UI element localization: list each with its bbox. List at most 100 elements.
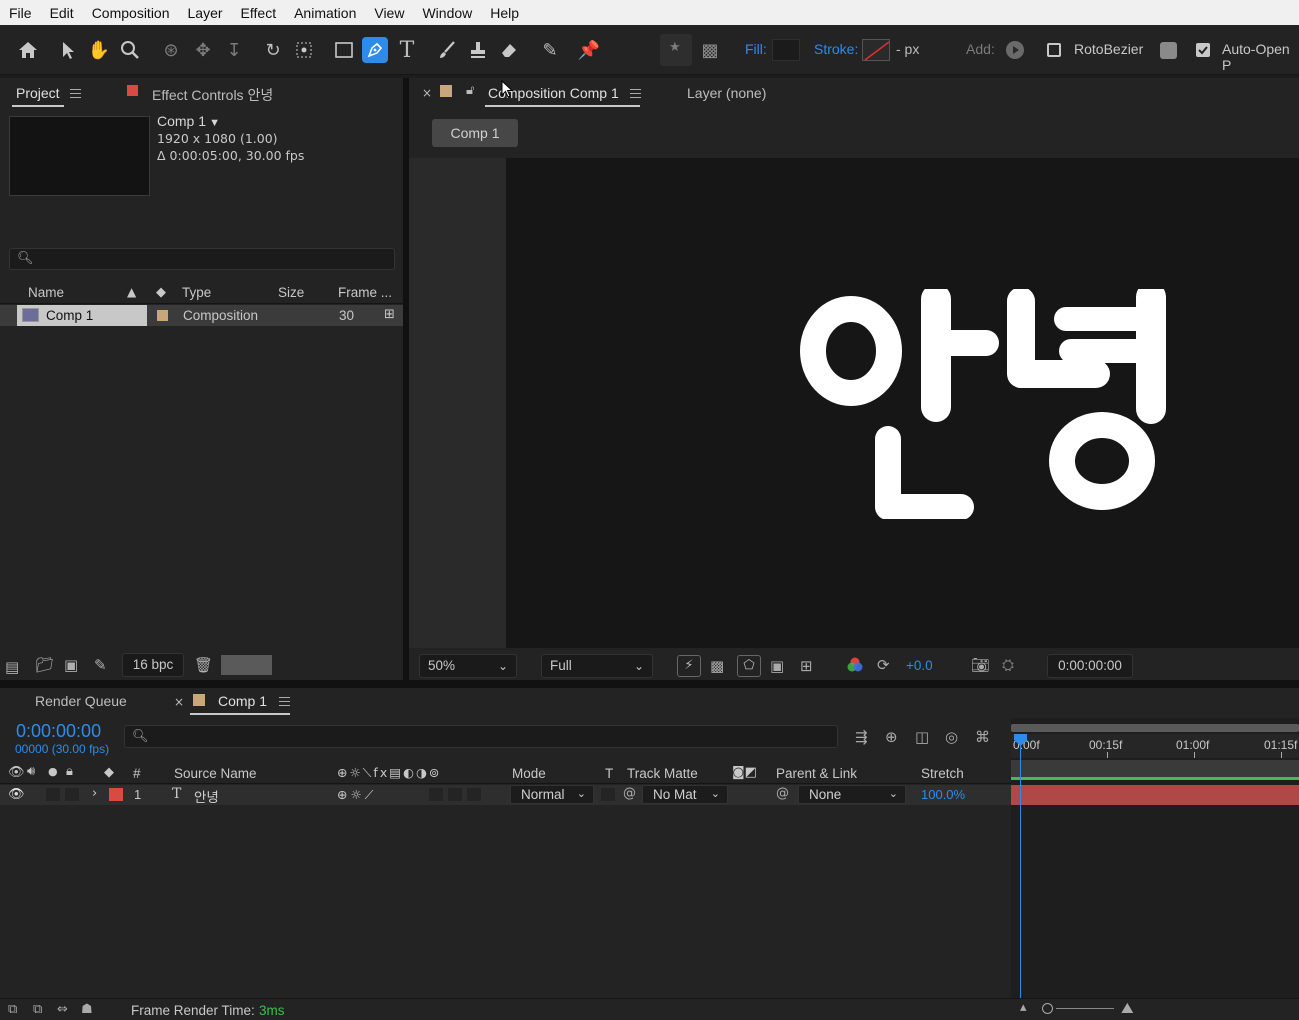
- thumbnail-swatch[interactable]: [221, 655, 272, 675]
- layer-switches-toggle-icon[interactable]: ⧉: [8, 1002, 17, 1017]
- rectangle-tool-icon[interactable]: [331, 37, 357, 63]
- shape-fill-toggle[interactable]: ★: [660, 34, 692, 66]
- column-type[interactable]: Type: [182, 285, 211, 300]
- selection-tool-icon[interactable]: [55, 37, 81, 63]
- sort-ascending-icon[interactable]: ▲: [127, 285, 136, 299]
- matte-link-icon[interactable]: @: [623, 786, 636, 801]
- graph-editor-icon[interactable]: ⌘: [975, 728, 990, 746]
- grid-guides-icon[interactable]: ⊞: [800, 657, 813, 675]
- menu-file[interactable]: File: [0, 5, 41, 21]
- menu-layer[interactable]: Layer: [179, 5, 232, 21]
- stroke-swatch[interactable]: [862, 39, 890, 61]
- column-source-name[interactable]: Source Name: [174, 766, 257, 781]
- column-name[interactable]: Name: [28, 285, 64, 300]
- eraser-tool-icon[interactable]: [496, 37, 522, 63]
- solo-icon[interactable]: ●: [48, 765, 58, 778]
- brush-tool-icon[interactable]: [434, 37, 460, 63]
- stroke-label[interactable]: Stroke:: [814, 41, 858, 57]
- lock-icon[interactable]: 🔓︎: [466, 83, 474, 98]
- time-ruler[interactable]: 0:00f 00:15f 01:00f 01:15f: [1011, 734, 1299, 758]
- row-label-color[interactable]: [157, 310, 168, 321]
- interpret-footage-icon[interactable]: ▤: [5, 658, 19, 676]
- hand-tool-icon[interactable]: ✋: [86, 37, 112, 63]
- transparency-grid-icon[interactable]: ▩: [710, 657, 724, 675]
- mask-feather-icon[interactable]: [1160, 42, 1177, 59]
- orbit-camera-icon[interactable]: ⊛: [158, 37, 184, 63]
- eye-icon[interactable]: 👁︎: [8, 787, 25, 802]
- label-tag-icon[interactable]: ◆: [104, 765, 114, 780]
- column-frame-rate[interactable]: Frame ...: [338, 285, 392, 300]
- track-matte-dropdown[interactable]: No Mat ⌄: [642, 785, 728, 804]
- region-of-interest-icon[interactable]: ▣: [770, 657, 784, 675]
- tab-render-queue[interactable]: Render Queue: [35, 693, 127, 709]
- comp-name[interactable]: Comp 1 ▼: [157, 113, 220, 129]
- menu-animation[interactable]: Animation: [285, 5, 365, 21]
- speaker-icon[interactable]: 🔊︎: [27, 764, 35, 779]
- layer-name[interactable]: 안녕: [194, 786, 219, 806]
- rotobezier-checkbox[interactable]: [1047, 43, 1061, 57]
- layer-switch-box[interactable]: [429, 788, 443, 801]
- breadcrumb-comp[interactable]: Comp 1: [432, 119, 518, 147]
- type-tool-icon[interactable]: T: [394, 37, 420, 63]
- hide-shy-layers-icon[interactable]: ◫: [915, 728, 929, 746]
- home-icon[interactable]: [15, 37, 41, 63]
- column-preserve-transparency[interactable]: T: [605, 766, 613, 781]
- pen-tool-icon[interactable]: [362, 37, 388, 63]
- adjust-project-settings-icon[interactable]: ✎: [94, 656, 107, 674]
- layer-row[interactable]: 👁︎ › 1 T 안녕 ⊕☼⟋ Normal ⌄ @ No Mat ⌄ @ None…: [0, 785, 1011, 806]
- flowchart-icon[interactable]: ⊞: [384, 307, 395, 322]
- tab-timeline-comp[interactable]: Comp 1: [218, 693, 267, 709]
- rotation-tool-icon[interactable]: ↻: [260, 37, 286, 63]
- column-mode[interactable]: Mode: [512, 766, 546, 781]
- matte-icons[interactable]: ◙◩: [732, 765, 757, 780]
- tab-layer[interactable]: Layer (none): [687, 85, 766, 101]
- trash-icon[interactable]: 🗑︎: [194, 656, 213, 674]
- puppet-pin-tool-icon[interactable]: 📌: [576, 37, 602, 63]
- column-track-matte[interactable]: Track Matte: [627, 766, 698, 781]
- parent-pickwhip-icon[interactable]: @: [776, 786, 789, 801]
- switches-icons[interactable]: ⊕☼⟍fx▤◐◑⊚: [337, 765, 441, 781]
- lock-icon[interactable]: 🔒︎: [66, 764, 73, 779]
- panel-menu-icon[interactable]: [70, 89, 81, 98]
- auto-open-checkbox[interactable]: [1196, 43, 1210, 57]
- fill-swatch[interactable]: [772, 39, 800, 61]
- menu-composition[interactable]: Composition: [83, 5, 179, 21]
- bit-depth-button[interactable]: 16 bpc: [122, 653, 184, 677]
- pan-camera-icon[interactable]: ✥: [190, 37, 216, 63]
- lock-switch[interactable]: [65, 788, 79, 801]
- zoom-slider-track[interactable]: [1056, 1008, 1114, 1009]
- viewer-pasteboard[interactable]: [409, 158, 1299, 648]
- transfer-controls-toggle-icon[interactable]: ⧉: [33, 1002, 42, 1017]
- playhead-handle[interactable]: [1014, 734, 1027, 746]
- composition-mini-flowchart-icon[interactable]: ⇶: [855, 728, 868, 746]
- fast-previews-icon[interactable]: ⚡: [677, 655, 701, 677]
- current-time-display[interactable]: 0:00:00:00: [1047, 654, 1133, 678]
- canvas-text-layer[interactable]: [796, 282, 1196, 520]
- layer-duration-bar[interactable]: [1011, 785, 1299, 805]
- anchor-point-tool-icon[interactable]: [291, 37, 317, 63]
- time-graph-area[interactable]: 0:00f 00:15f 01:00f 01:15f: [1011, 718, 1299, 998]
- panel-menu-icon[interactable]: [279, 697, 290, 706]
- playhead-line[interactable]: [1020, 734, 1021, 998]
- zoom-in-icon[interactable]: ⛰: [1121, 999, 1134, 1017]
- column-number[interactable]: #: [133, 766, 141, 781]
- in-out-toggle-icon[interactable]: ⇔: [57, 1002, 68, 1017]
- project-row-comp1[interactable]: Comp 1 Composition 30 ⊞: [0, 305, 403, 326]
- column-parent-link[interactable]: Parent & Link: [776, 766, 857, 781]
- exposure-value[interactable]: +0.0: [906, 658, 933, 673]
- label-tag-icon[interactable]: ◆: [156, 285, 166, 300]
- reset-exposure-icon[interactable]: ⟳: [877, 656, 890, 674]
- layer-switch-box[interactable]: [448, 788, 462, 801]
- zoom-out-icon[interactable]: ▴: [1020, 1000, 1027, 1015]
- clone-stamp-tool-icon[interactable]: [465, 37, 491, 63]
- panel-divider-horizontal[interactable]: [0, 680, 1299, 688]
- column-size[interactable]: Size: [278, 285, 304, 300]
- render-time-toggle-icon[interactable]: ☗: [81, 1002, 93, 1017]
- work-area-bar[interactable]: [1011, 760, 1299, 780]
- snapshot-icon[interactable]: 📷︎: [971, 656, 990, 674]
- add-dropdown-icon[interactable]: [1006, 41, 1024, 59]
- stroke-width-value[interactable]: - px: [896, 41, 919, 57]
- new-folder-icon[interactable]: 📁︎: [35, 656, 54, 674]
- comp-canvas[interactable]: [506, 158, 1299, 648]
- menu-view[interactable]: View: [365, 5, 413, 21]
